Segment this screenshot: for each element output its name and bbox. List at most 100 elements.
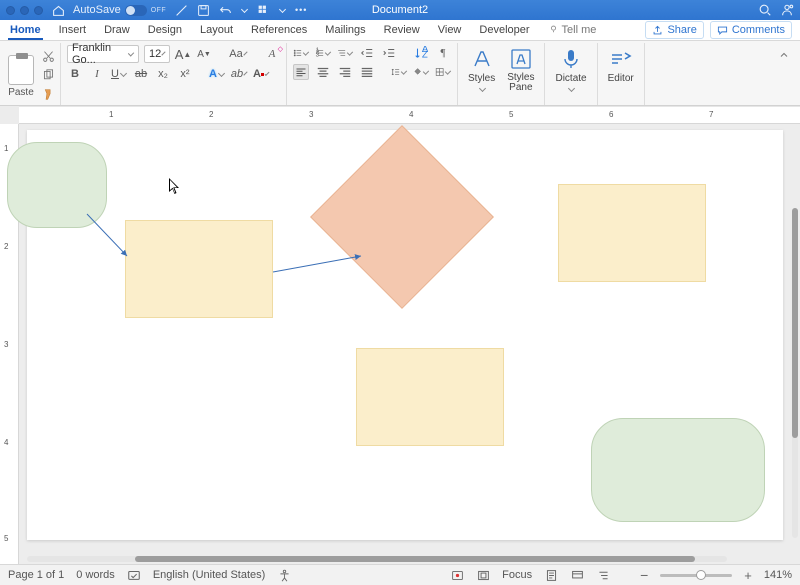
focus-icon[interactable] xyxy=(476,568,490,582)
focus-label[interactable]: Focus xyxy=(502,569,532,581)
svg-text:3: 3 xyxy=(316,51,320,58)
share-icon[interactable] xyxy=(780,3,794,17)
collapse-ribbon-icon[interactable] xyxy=(776,47,792,63)
tab-layout[interactable]: Layout xyxy=(198,21,235,40)
view-print-icon[interactable] xyxy=(544,568,558,582)
change-case-icon[interactable]: Aa xyxy=(230,46,246,62)
toggle-icon[interactable] xyxy=(125,5,147,16)
tab-references[interactable]: References xyxy=(249,21,309,40)
status-bar: Page 1 of 1 0 words English (United Stat… xyxy=(0,564,800,585)
italic-button[interactable]: I xyxy=(89,66,105,82)
dictate-button[interactable]: Dictate xyxy=(551,45,590,93)
cut-icon[interactable] xyxy=(40,48,56,64)
shape-rounded-2[interactable] xyxy=(591,418,765,522)
format-painter-icon[interactable] xyxy=(40,86,56,102)
superscript-button[interactable]: x² xyxy=(177,66,193,82)
comments-button[interactable]: Comments xyxy=(710,21,792,39)
chevron-down-icon[interactable] xyxy=(279,5,286,12)
tab-developer[interactable]: Developer xyxy=(477,21,531,40)
strike-button[interactable]: ab xyxy=(133,66,149,82)
view-web-icon[interactable] xyxy=(570,568,584,582)
clear-format-icon[interactable]: A◇ xyxy=(264,46,280,62)
autosave-toggle[interactable]: AutoSave OFF xyxy=(73,4,166,16)
subscript-button[interactable]: x₂ xyxy=(155,66,171,82)
justify-icon[interactable] xyxy=(359,64,375,80)
borders-icon[interactable] xyxy=(435,64,451,80)
styles-pane-button[interactable]: Styles Pane xyxy=(503,45,538,93)
home-icon[interactable] xyxy=(51,3,65,17)
bold-button[interactable]: B xyxy=(67,66,83,82)
slider-handle[interactable] xyxy=(696,570,706,580)
macro-icon[interactable] xyxy=(450,568,464,582)
zoom-window-icon[interactable] xyxy=(34,6,43,15)
sort-icon[interactable]: AZ xyxy=(413,45,429,61)
horizontal-scrollbar[interactable] xyxy=(27,556,727,562)
shape-rect-1[interactable] xyxy=(125,220,273,318)
view-outline-icon[interactable] xyxy=(596,568,610,582)
scroll-thumb[interactable] xyxy=(792,208,798,438)
underline-button[interactable]: U xyxy=(111,66,127,82)
show-marks-icon[interactable]: ¶ xyxy=(435,45,451,61)
minimize-window-icon[interactable] xyxy=(20,6,29,15)
shape-rect-2[interactable] xyxy=(558,184,706,282)
ruler-horizontal[interactable]: 1 2 3 4 5 6 7 xyxy=(19,106,800,124)
zoom-out-button[interactable]: − xyxy=(640,567,648,583)
dec-indent-icon[interactable] xyxy=(359,45,375,61)
status-page[interactable]: Page 1 of 1 xyxy=(8,569,64,581)
accessibility-icon[interactable] xyxy=(277,568,291,582)
window-controls[interactable] xyxy=(6,6,43,15)
group-font: Franklin Go... 12 A▲ A▼ Aa A◇ B I U ab x… xyxy=(61,43,287,105)
tab-draw[interactable]: Draw xyxy=(102,21,132,40)
page-canvas[interactable] xyxy=(27,130,783,540)
line-tool-icon[interactable] xyxy=(174,3,188,17)
paste-icon[interactable] xyxy=(8,55,34,85)
close-window-icon[interactable] xyxy=(6,6,15,15)
editor-button[interactable]: Editor xyxy=(604,45,638,84)
line-spacing-icon[interactable] xyxy=(391,64,407,80)
styles-button[interactable]: Styles xyxy=(464,45,499,93)
tab-review[interactable]: Review xyxy=(382,21,422,40)
shape-diamond[interactable] xyxy=(310,125,494,309)
align-right-icon[interactable] xyxy=(337,64,353,80)
align-center-icon[interactable] xyxy=(315,64,331,80)
font-name-select[interactable]: Franklin Go... xyxy=(67,45,139,63)
search-icon[interactable] xyxy=(758,3,772,17)
comments-label: Comments xyxy=(732,24,785,36)
grid-icon[interactable] xyxy=(256,3,270,17)
zoom-in-button[interactable]: + xyxy=(744,568,752,583)
copy-icon[interactable] xyxy=(40,67,56,83)
more-icon[interactable]: ••• xyxy=(294,3,308,17)
tab-design[interactable]: Design xyxy=(146,21,184,40)
save-icon[interactable] xyxy=(196,3,210,17)
tab-home[interactable]: Home xyxy=(8,21,43,40)
shading-icon[interactable] xyxy=(413,64,429,80)
status-language[interactable]: English (United States) xyxy=(153,569,266,581)
inc-indent-icon[interactable] xyxy=(381,45,397,61)
spellcheck-icon[interactable] xyxy=(127,568,141,582)
tab-insert[interactable]: Insert xyxy=(57,21,89,40)
increase-font-icon[interactable]: A▲ xyxy=(175,46,191,62)
tab-view[interactable]: View xyxy=(436,21,464,40)
scroll-thumb[interactable] xyxy=(135,556,695,562)
font-color-icon[interactable]: A xyxy=(253,66,269,82)
decrease-font-icon[interactable]: A▼ xyxy=(196,46,212,62)
zoom-level[interactable]: 141% xyxy=(764,569,792,581)
text-effects-icon[interactable]: A xyxy=(209,66,225,82)
shape-rect-3[interactable] xyxy=(356,348,504,446)
numbering-icon[interactable]: 123 xyxy=(315,45,331,61)
align-left-icon[interactable] xyxy=(293,64,309,80)
share-button[interactable]: Share xyxy=(645,21,703,39)
tell-me[interactable]: Tell me xyxy=(546,21,599,40)
shape-rounded-1[interactable] xyxy=(7,142,107,228)
ribbon-tabs: Home Insert Draw Design Layout Reference… xyxy=(0,20,800,41)
status-words[interactable]: 0 words xyxy=(76,569,115,581)
highlight-icon[interactable]: ab xyxy=(231,66,247,82)
chevron-down-icon[interactable] xyxy=(241,5,248,12)
font-size-select[interactable]: 12 xyxy=(144,45,170,63)
vertical-scrollbar[interactable] xyxy=(792,208,798,538)
multilevel-icon[interactable] xyxy=(337,45,353,61)
zoom-slider[interactable] xyxy=(660,574,732,577)
undo-icon[interactable] xyxy=(218,3,232,17)
bullets-icon[interactable] xyxy=(293,45,309,61)
tab-mailings[interactable]: Mailings xyxy=(323,21,367,40)
